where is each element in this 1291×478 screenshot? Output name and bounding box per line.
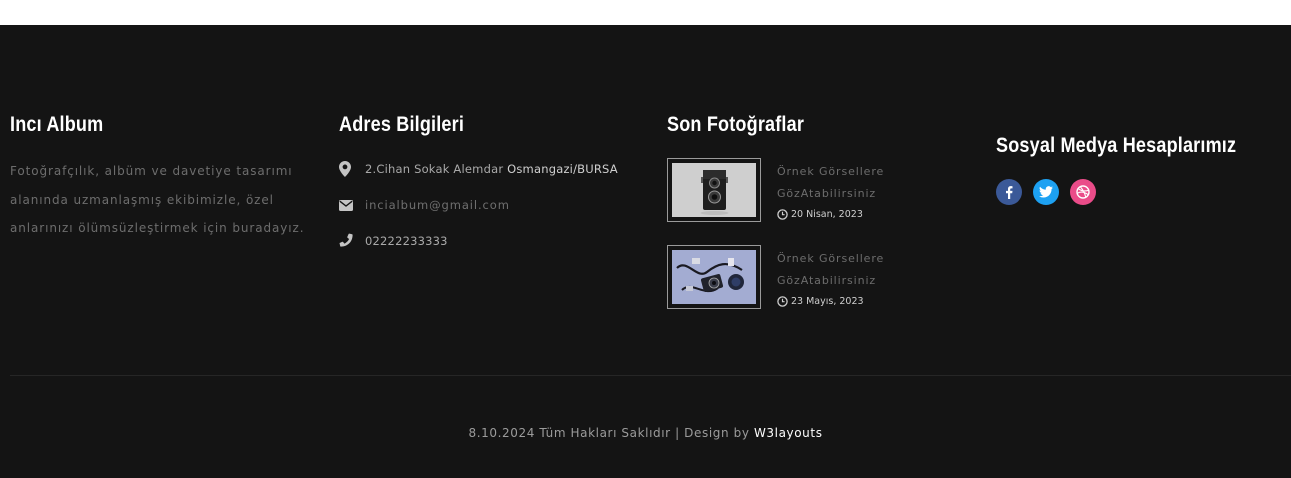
photo-title[interactable]: Örnek Görsellere GözAtabilirsiniz	[777, 161, 957, 205]
social-title: Sosyal Medya Hesaplarımız	[996, 134, 1237, 157]
address-title: Adres Bilgileri	[339, 113, 465, 136]
w3layouts-link[interactable]: W3layouts	[754, 426, 823, 440]
clock-icon	[777, 209, 788, 220]
street-text: 2.Cihan Sokak Alemdar	[365, 162, 508, 176]
city-text: Osmangazi/BURSA	[507, 162, 618, 176]
email-row: incialbum@gmail.com	[339, 195, 510, 215]
footer-divider	[10, 375, 1291, 376]
photo-date-text: 23 Mayıs, 2023	[791, 296, 864, 307]
map-marker-icon	[339, 161, 353, 177]
recent-photos-title: Son Fotoğraflar	[667, 113, 805, 136]
copyright: 8.10.2024 Tüm Hakları Saklıdır | Design …	[0, 426, 1291, 440]
photo-date: 20 Nisan, 2023	[777, 209, 863, 220]
about-column: Incı Album Fotoğrafçılık, albüm ve davet…	[10, 113, 315, 243]
photo-thumbnail[interactable]	[667, 245, 761, 309]
facebook-icon	[1006, 185, 1013, 199]
facebook-button[interactable]	[996, 179, 1022, 205]
recent-photos-column: Son Fotoğraflar Örnek Görsellere GözAtab…	[667, 113, 967, 313]
vintage-camera-photo	[672, 163, 756, 217]
phone-row: 02222233333	[339, 231, 448, 251]
photo-date-text: 20 Nisan, 2023	[791, 209, 863, 220]
photo-thumbnail[interactable]	[667, 158, 761, 222]
email-link[interactable]: incialbum@gmail.com	[365, 198, 510, 212]
address-column: Adres Bilgileri 2.Cihan Sokak Alemdar Os…	[339, 113, 639, 273]
dribbble-icon	[1076, 185, 1090, 199]
phone-text[interactable]: 02222233333	[365, 234, 448, 248]
photo-title[interactable]: Örnek Görsellere GözAtabilirsiniz	[777, 248, 957, 292]
camera-gear-flatlay-photo	[672, 250, 756, 304]
twitter-button[interactable]	[1033, 179, 1059, 205]
address-row: 2.Cihan Sokak Alemdar Osmangazi/BURSA	[339, 159, 618, 179]
photo-date: 23 Mayıs, 2023	[777, 296, 864, 307]
clock-icon	[777, 296, 788, 307]
social-links	[996, 179, 1107, 205]
dribbble-button[interactable]	[1070, 179, 1096, 205]
photo-item[interactable]: Örnek Görsellere GözAtabilirsiniz 20 Nis…	[667, 158, 967, 224]
envelope-icon	[339, 197, 353, 213]
social-column: Sosyal Medya Hesaplarımız	[996, 134, 1291, 214]
address-text: 2.Cihan Sokak Alemdar Osmangazi/BURSA	[365, 162, 618, 176]
about-title: Incı Album	[10, 113, 104, 136]
site-footer: Incı Album Fotoğrafçılık, albüm ve davet…	[0, 25, 1291, 478]
twitter-icon	[1039, 186, 1053, 198]
phone-icon	[339, 233, 353, 249]
photo-item[interactable]: Örnek Görsellere GözAtabilirsiniz 23 May…	[667, 245, 967, 311]
about-text: Fotoğrafçılık, albüm ve davetiye tasarım…	[10, 164, 305, 235]
copyright-text: 8.10.2024 Tüm Hakları Saklıdır | Design …	[468, 426, 754, 440]
